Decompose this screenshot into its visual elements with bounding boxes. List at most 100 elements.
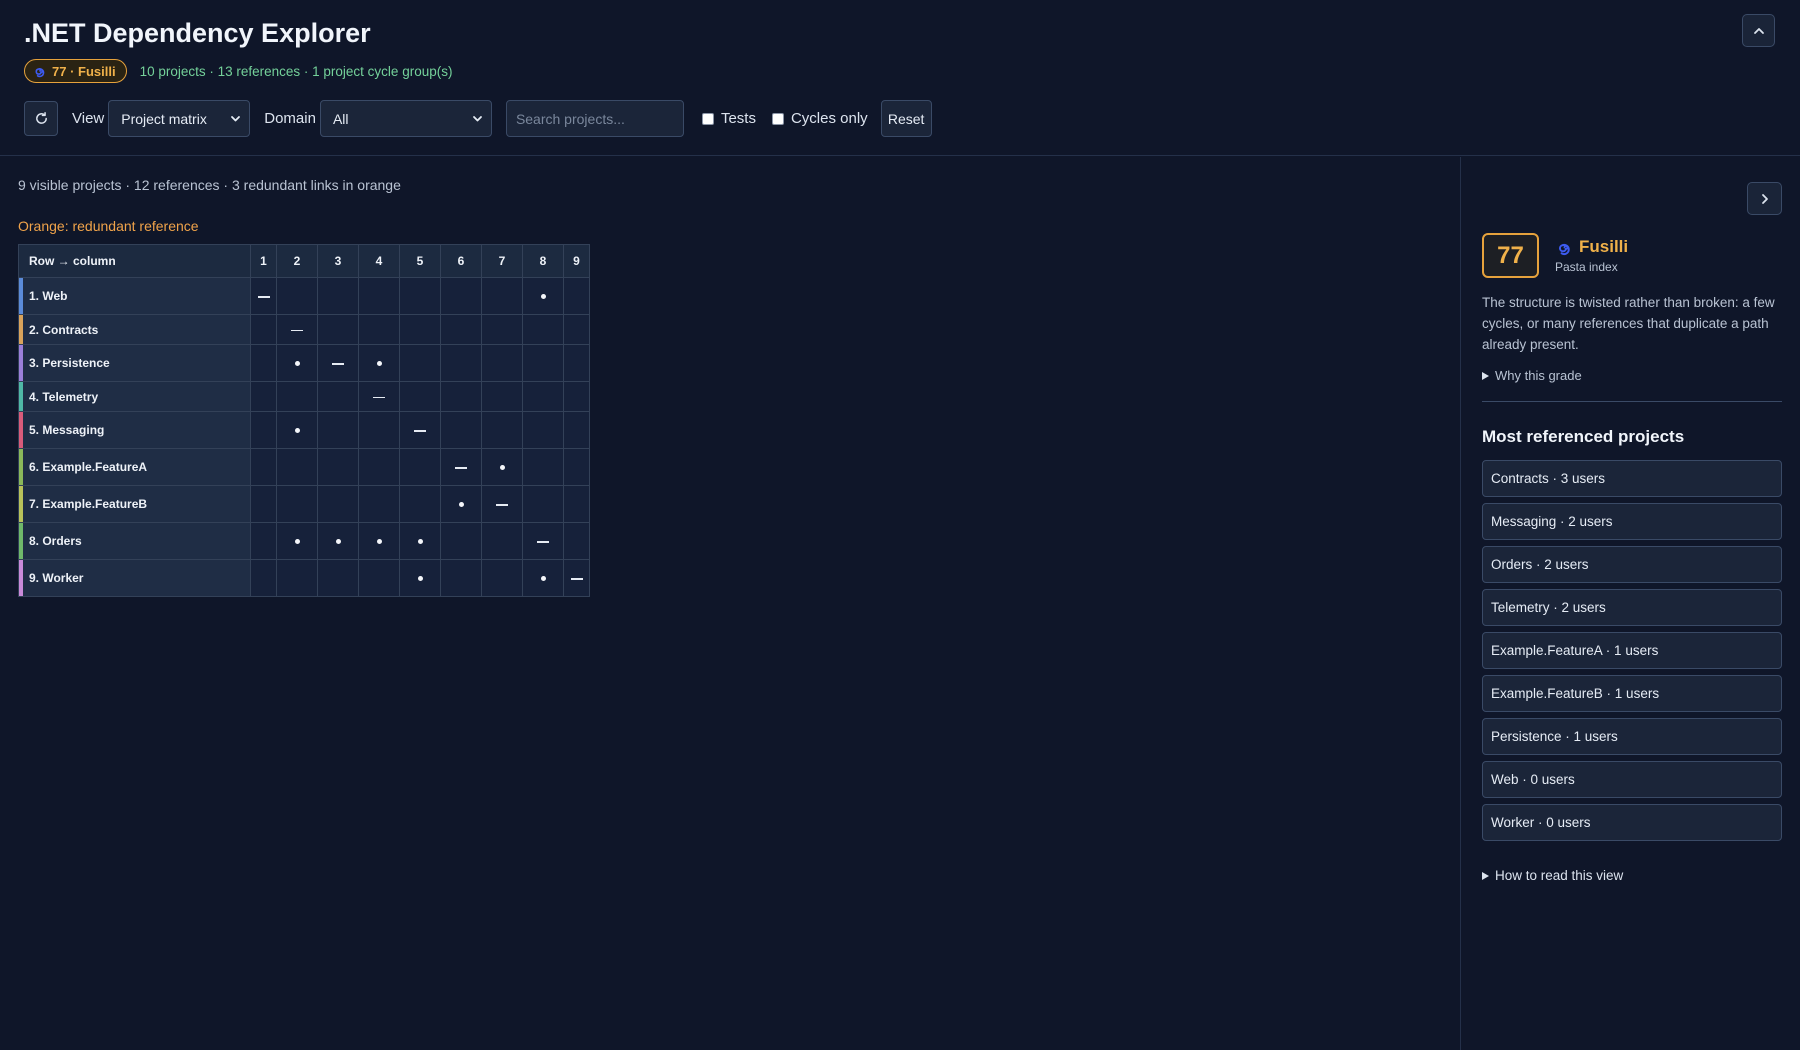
matrix-empty-cell (250, 559, 277, 597)
matrix-empty-cell (563, 277, 590, 315)
matrix-row-header[interactable]: 9. Worker (18, 559, 251, 597)
matrix-row-label: 2. Contracts (29, 322, 99, 337)
row-accent-bar (19, 560, 23, 596)
matrix-empty-cell (399, 381, 441, 412)
matrix-empty-cell (563, 314, 590, 345)
matrix-empty-cell (563, 448, 590, 486)
matrix-empty-cell (481, 522, 523, 560)
matrix-empty-cell (317, 411, 359, 449)
matrix-reference-cell-blue[interactable] (358, 344, 400, 382)
spiral-icon (35, 68, 45, 78)
row-accent-bar (19, 449, 23, 485)
matrix-reference-cell-blue[interactable] (276, 344, 318, 382)
matrix-reference-cell-orange[interactable] (276, 522, 318, 560)
matrix-empty-cell (399, 277, 441, 315)
matrix-empty-cell (317, 381, 359, 412)
matrix-reference-cell-blue[interactable] (317, 522, 359, 560)
matrix-empty-cell (276, 559, 318, 597)
matrix-row-header[interactable]: 4. Telemetry (18, 381, 251, 412)
row-accent-bar (19, 278, 23, 314)
matrix-column-header: 7 (481, 244, 523, 278)
referenced-project-item[interactable]: Worker · 0 users (1482, 804, 1782, 841)
matrix-reference-cell-blue[interactable] (522, 277, 564, 315)
search-input[interactable] (505, 100, 684, 137)
matrix-empty-cell (481, 314, 523, 345)
matrix-row-header[interactable]: 3. Persistence (18, 344, 251, 382)
visible-summary: 9 visible projects · 12 references · 3 r… (18, 177, 401, 193)
how-to-read-disclosure[interactable]: How to read this view (1482, 868, 1623, 883)
tests-checkbox[interactable] (701, 112, 714, 125)
matrix-row-header[interactable]: 8. Orders (18, 522, 251, 560)
referenced-project-item[interactable]: Example.FeatureB · 1 users (1482, 675, 1782, 712)
matrix-empty-cell (522, 411, 564, 449)
matrix-empty-cell (440, 344, 482, 382)
matrix-row: 6. Example.FeatureA (18, 448, 590, 486)
matrix-empty-cell (481, 277, 523, 315)
matrix-empty-cell (399, 314, 441, 345)
matrix-row-label: 3. Persistence (29, 356, 110, 370)
why-grade-disclosure[interactable]: Why this grade (1482, 368, 1582, 383)
view-select[interactable]: Project matrix (108, 100, 251, 137)
matrix-empty-cell (276, 448, 318, 486)
reference-dot (294, 361, 300, 367)
matrix-body: 1. Web 2. Contracts 3. Persistence 4. Telem… (18, 277, 590, 597)
matrix-reference-cell-blue[interactable] (522, 559, 564, 597)
matrix-self-cell (250, 277, 277, 315)
collapse-header-button[interactable] (1742, 14, 1775, 47)
referenced-project-item[interactable]: Persistence · 1 users (1482, 718, 1782, 755)
dependency-matrix: Row → column 123456789 1. Web 2. Contract… (18, 244, 590, 597)
referenced-project-item[interactable]: Contracts · 3 users (1482, 460, 1782, 497)
matrix-empty-cell (563, 485, 590, 523)
matrix-self-cell (440, 448, 482, 486)
matrix-row-label: 7. Example.FeatureB (29, 497, 148, 511)
matrix-empty-cell (522, 314, 564, 345)
matrix-reference-cell-orange[interactable] (358, 522, 400, 560)
reference-dot (417, 539, 423, 545)
referenced-project-item[interactable]: Example.FeatureA · 1 users (1482, 632, 1782, 669)
row-accent-bar (19, 486, 23, 522)
matrix-self-cell (522, 522, 564, 560)
matrix-row-header[interactable]: 1. Web (18, 277, 251, 315)
matrix-empty-cell (563, 381, 590, 412)
matrix-row: 2. Contracts (18, 314, 590, 345)
refresh-button[interactable] (24, 101, 58, 136)
matrix-row-header[interactable]: 7. Example.FeatureB (18, 485, 251, 523)
matrix-row: 5. Messaging (18, 411, 590, 449)
matrix-row-header[interactable]: 5. Messaging (18, 411, 251, 449)
matrix-row-header[interactable]: 2. Contracts (18, 314, 251, 345)
why-grade-label: Why this grade (1495, 368, 1582, 383)
how-to-read-label: How to read this view (1495, 868, 1624, 883)
matrix-row-header[interactable]: 6. Example.FeatureA (18, 448, 251, 486)
reference-dot (540, 576, 546, 582)
referenced-project-item[interactable]: Web · 0 users (1482, 761, 1782, 798)
matrix-column-header: 4 (358, 244, 400, 278)
matrix-reference-cell-blue[interactable] (399, 522, 441, 560)
tests-toggle[interactable]: Tests (701, 110, 756, 127)
matrix-empty-cell (440, 314, 482, 345)
matrix-reference-cell-red[interactable] (481, 448, 523, 486)
referenced-project-item[interactable]: Telemetry · 2 users (1482, 589, 1782, 626)
reference-dot (376, 361, 382, 367)
matrix-empty-cell (250, 411, 277, 449)
matrix-reference-cell-orange[interactable] (399, 559, 441, 597)
domain-select[interactable]: All (319, 100, 492, 137)
matrix-self-cell (563, 559, 590, 597)
matrix-empty-cell (317, 485, 359, 523)
matrix-row: 3. Persistence (18, 344, 590, 382)
matrix-row-label: 5. Messaging (29, 423, 105, 437)
matrix-row-label: 6. Example.FeatureA (29, 460, 148, 474)
matrix-empty-cell (563, 411, 590, 449)
cycles-only-toggle[interactable]: Cycles only (771, 110, 868, 127)
matrix-empty-cell (522, 448, 564, 486)
matrix-empty-cell (358, 448, 400, 486)
matrix-empty-cell (440, 522, 482, 560)
referenced-project-item[interactable]: Orders · 2 users (1482, 546, 1782, 583)
matrix-empty-cell (481, 411, 523, 449)
matrix-reference-cell-blue[interactable] (276, 411, 318, 449)
cycles-only-checkbox[interactable] (771, 112, 784, 125)
reset-button[interactable]: Reset (880, 100, 932, 137)
referenced-project-item[interactable]: Messaging · 2 users (1482, 503, 1782, 540)
collapse-panel-button[interactable] (1747, 182, 1782, 215)
matrix-row-label: 8. Orders (29, 534, 82, 548)
matrix-reference-cell-red[interactable] (440, 485, 482, 523)
